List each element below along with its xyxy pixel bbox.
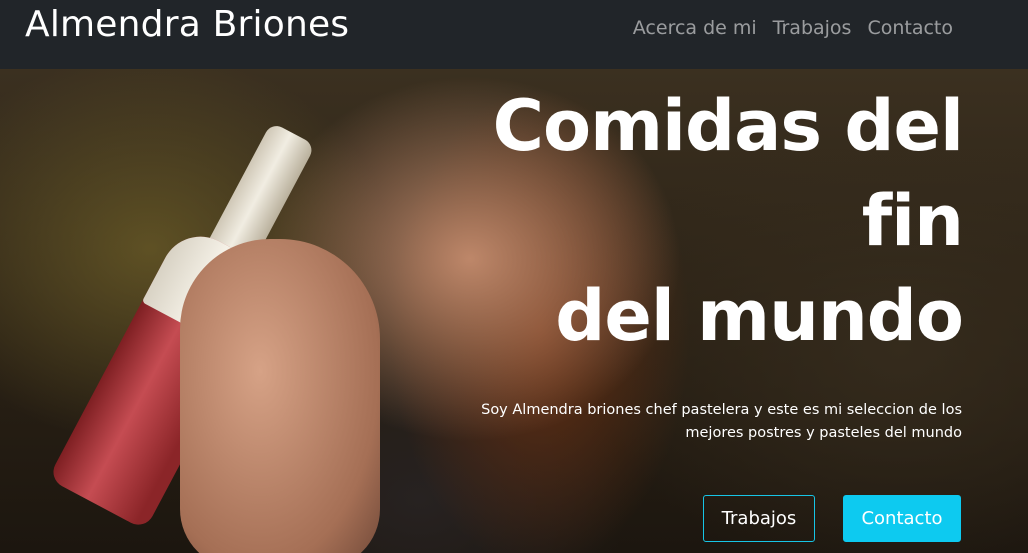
top-navbar: Almendra Briones Acerca de mi Trabajos C… — [0, 0, 1028, 69]
hand-illustration — [180, 239, 380, 553]
trabajos-button[interactable]: Trabajos — [703, 495, 815, 542]
nav-link-trabajos[interactable]: Trabajos — [773, 17, 852, 39]
nav-link-acerca[interactable]: Acerca de mi — [633, 17, 757, 39]
nav-links: Acerca de mi Trabajos Contacto — [633, 17, 953, 39]
nav-link-contacto[interactable]: Contacto — [867, 17, 953, 39]
navbar-brand[interactable]: Almendra Briones — [25, 4, 349, 45]
hero-section: Comidas del fin del mundo Soy Almendra b… — [0, 69, 1028, 553]
contacto-button[interactable]: Contacto — [843, 495, 961, 542]
hero-title: Comidas del fin del mundo — [492, 85, 964, 357]
hero-subtitle: Soy Almendra briones chef pastelera y es… — [481, 402, 962, 441]
